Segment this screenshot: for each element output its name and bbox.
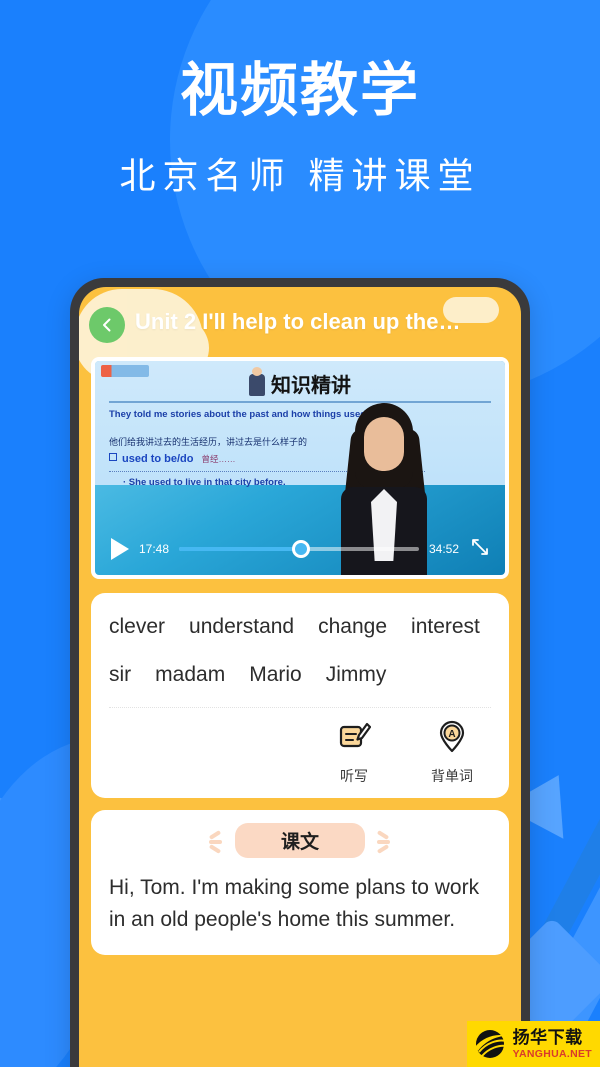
- word-item[interactable]: change: [318, 607, 387, 647]
- word-item[interactable]: clever: [109, 607, 165, 647]
- slide-key-point: used to be/do 曾经……: [109, 453, 236, 465]
- slide-example: · She used to live in that city before.: [123, 477, 286, 488]
- video-player[interactable]: 知识精讲 They told me stories about the past…: [91, 357, 509, 579]
- hero-subtitle: 北京名师 精讲课堂: [119, 154, 481, 196]
- word-item[interactable]: interest: [411, 607, 480, 647]
- slide-divider: [109, 401, 491, 403]
- teacher-face: [364, 417, 404, 471]
- phone-mockup: Unit 2 I'll help to clean up the… 知识精讲 T…: [70, 278, 530, 1067]
- word-pin-a-icon: A: [435, 720, 469, 759]
- sparkle-right-icon: [375, 829, 393, 854]
- checkbox-square-icon: [109, 453, 117, 461]
- video-controls-bar: 17:48 34:52: [95, 523, 505, 575]
- passage-title: 课文: [234, 823, 365, 859]
- word-item[interactable]: sir: [109, 655, 131, 695]
- watermark-cn: 扬华下载: [512, 1027, 583, 1047]
- phone-screen: Unit 2 I'll help to clean up the… 知识精讲 T…: [79, 287, 521, 1067]
- teacher-figure-icon: [249, 367, 265, 396]
- app-top-bar: Unit 2 I'll help to clean up the…: [79, 287, 521, 381]
- sparkle-left-icon: [207, 829, 225, 854]
- word-actions: 听写 A 背单词: [109, 708, 491, 788]
- page-title: Unit 2 I'll help to clean up the…: [135, 309, 461, 334]
- progress-bar[interactable]: [179, 540, 419, 558]
- slide-key-point-cn: 曾经……: [201, 454, 236, 464]
- word-list: clever understand change interest sir madam Ma…: [109, 607, 491, 695]
- word-item[interactable]: madam: [155, 655, 225, 695]
- lesson-slide: 知识精讲 They told me stories about the past…: [95, 361, 505, 488]
- watermark-en: YANGHUA.NET: [512, 1047, 592, 1060]
- hero-title: 视频教学: [179, 58, 420, 123]
- slide-heading-text: 知识精讲: [271, 375, 351, 397]
- slide-heading: 知识精讲: [95, 367, 505, 398]
- progress-thumb[interactable]: [292, 540, 311, 558]
- progress-fill: [179, 547, 302, 551]
- back-button[interactable]: [89, 307, 125, 343]
- globe-swoosh-icon: [473, 1027, 507, 1061]
- svg-text:A: A: [448, 729, 455, 740]
- watermark-text: 扬华下载 YANGHUA.NET: [513, 1029, 592, 1060]
- chevron-left-icon: [99, 317, 115, 333]
- passage-card: 课文 Hi, Tom. I'm making some plans to wor…: [91, 809, 509, 955]
- current-time-label: 17:48: [139, 542, 170, 556]
- slide-key-point-text: used to be/do: [122, 453, 194, 465]
- memorize-words-label: 背单词: [431, 767, 473, 784]
- passage-body: Hi, Tom. I'm making some plans to work i…: [109, 875, 480, 932]
- play-icon[interactable]: [111, 538, 129, 560]
- memorize-words-button[interactable]: A 背单词: [421, 720, 483, 786]
- word-item[interactable]: understand: [189, 607, 294, 647]
- promo-header: 视频教学 北京名师 精讲课堂: [0, 0, 600, 199]
- watermark-badge: 扬华下载 YANGHUA.NET: [466, 1021, 600, 1067]
- total-time-label: 34:52: [428, 542, 459, 556]
- word-item[interactable]: Jimmy: [326, 655, 387, 695]
- word-item[interactable]: Mario: [249, 655, 302, 695]
- words-card: clever understand change interest sir madam Ma…: [91, 593, 509, 798]
- dictation-note-pen-icon: [337, 720, 372, 759]
- passage-header: 课文: [109, 823, 491, 859]
- dictation-button[interactable]: 听写: [323, 720, 385, 786]
- fullscreen-icon[interactable]: [469, 536, 491, 563]
- dictation-label: 听写: [340, 767, 368, 784]
